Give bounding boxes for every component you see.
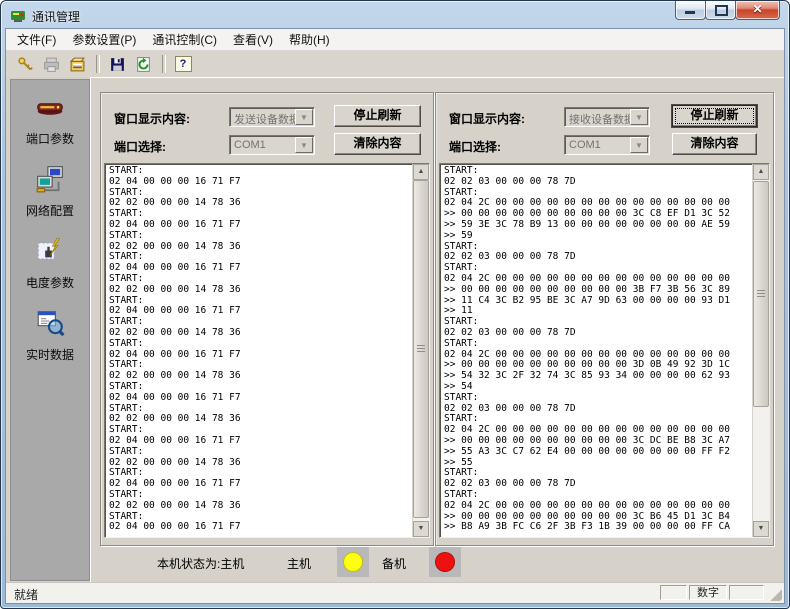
sidebar-item-label: 网络配置: [11, 202, 89, 219]
minimize-icon: [685, 11, 695, 14]
scroll-grip-icon: [757, 290, 765, 297]
help-glyph: ?: [180, 59, 187, 70]
send-panel: 窗口显示内容: 发送设备数据 停止刷新 端口选择: COM1 清: [100, 92, 434, 546]
port-device-icon: [35, 92, 65, 122]
recv-port-select[interactable]: COM1: [564, 135, 650, 155]
recv-display-content-value: 接收设备数据: [569, 111, 631, 127]
recv-stop-refresh-button[interactable]: 停止刷新: [672, 105, 757, 127]
backup-indicator: [429, 547, 461, 577]
help-icon[interactable]: ?: [171, 53, 195, 75]
maximize-button[interactable]: [705, 1, 736, 20]
machine-state-text: 本机状态为:主机: [157, 555, 244, 572]
send-display-content-value: 发送设备数据: [234, 111, 296, 127]
send-display-content-label: 窗口显示内容:: [114, 110, 190, 127]
toolbar: ?: [6, 51, 784, 78]
backup-label: 备机: [382, 555, 406, 572]
send-port-select[interactable]: COM1: [229, 135, 315, 155]
app-icon: [10, 7, 26, 23]
send-log-view[interactable]: START: 02 04 00 00 00 16 71 F7 START: 02…: [104, 163, 430, 538]
sidebar-item-label: 端口参数: [11, 130, 89, 147]
menu-file[interactable]: 文件(F): [9, 28, 64, 52]
content-area: 端口参数 网络配置 电度参数: [6, 77, 784, 583]
send-scroll-thumb[interactable]: [413, 180, 429, 518]
toolbar-separator: [96, 55, 100, 73]
menu-param-settings[interactable]: 参数设置(P): [64, 28, 144, 52]
send-log-scrollbar[interactable]: [412, 164, 429, 537]
recv-port-select-label: 端口选择:: [449, 138, 501, 155]
window-title: 通讯管理: [32, 8, 80, 25]
key-icon[interactable]: [13, 53, 37, 75]
recv-log-scrollbar[interactable]: [752, 164, 769, 537]
network-icon: [35, 164, 65, 194]
chevron-down-icon[interactable]: [630, 137, 648, 153]
menu-view[interactable]: 查看(V): [225, 28, 281, 52]
scroll-grip-icon: [417, 345, 425, 352]
sidebar-item-label: 电度参数: [11, 274, 89, 291]
realtime-data-icon: [35, 308, 65, 338]
sidebar-item-realtime-data[interactable]: 实时数据: [11, 308, 89, 363]
recv-port-value: COM1: [569, 139, 631, 151]
chevron-down-icon[interactable]: [295, 109, 313, 125]
send-log-text[interactable]: START: 02 04 00 00 00 16 71 F7 START: 02…: [109, 166, 410, 536]
status-num-indicator: 数字: [689, 585, 727, 600]
close-button[interactable]: [735, 1, 780, 20]
recv-clear-content-button[interactable]: 清除内容: [672, 133, 757, 155]
params-file-icon[interactable]: [65, 53, 89, 75]
send-stop-refresh-button[interactable]: 停止刷新: [334, 105, 421, 127]
scroll-up-icon[interactable]: [753, 164, 769, 180]
menu-bar: 文件(F) 参数设置(P) 通讯控制(C) 查看(V) 帮助(H): [6, 29, 784, 51]
status-cell-empty: [729, 585, 764, 600]
status-cell-empty: [660, 585, 687, 600]
sidebar: 端口参数 网络配置 电度参数: [10, 79, 90, 581]
client-area: 文件(F) 参数设置(P) 通讯控制(C) 查看(V) 帮助(H): [5, 28, 785, 604]
menu-comm-control[interactable]: 通讯控制(C): [144, 28, 225, 52]
scroll-down-icon[interactable]: [753, 521, 769, 537]
send-port-value: COM1: [234, 139, 296, 151]
minimize-button[interactable]: [675, 1, 706, 20]
send-port-select-label: 端口选择:: [114, 138, 166, 155]
send-clear-content-button[interactable]: 清除内容: [334, 133, 421, 155]
backup-lamp-icon: [435, 552, 455, 572]
send-display-content-select[interactable]: 发送设备数据: [229, 107, 315, 127]
title-bar[interactable]: 通讯管理: [1, 1, 789, 28]
status-bar: 就绪 数字: [6, 582, 784, 603]
master-indicator: [337, 547, 369, 577]
refresh-icon[interactable]: [131, 53, 155, 75]
app-window: 通讯管理 文件(F) 参数设置(P) 通讯控制(C) 查看(V) 帮助(H): [0, 0, 790, 609]
menu-help[interactable]: 帮助(H): [281, 28, 338, 52]
machine-state-strip: 本机状态为:主机 主机 备机: [91, 546, 784, 580]
sidebar-item-label: 实时数据: [11, 346, 89, 363]
chevron-down-icon[interactable]: [630, 109, 648, 125]
recv-scroll-thumb[interactable]: [753, 181, 769, 407]
master-lamp-icon: [343, 552, 363, 572]
status-ready-text: 就绪: [14, 586, 38, 603]
main-panel: 窗口显示内容: 发送设备数据 停止刷新 端口选择: COM1 清: [90, 77, 784, 583]
recv-display-content-label: 窗口显示内容:: [449, 110, 525, 127]
sidebar-item-network-config[interactable]: 网络配置: [11, 164, 89, 219]
sidebar-item-energy-params[interactable]: 电度参数: [11, 236, 89, 291]
maximize-icon: [715, 5, 728, 16]
recv-display-content-select[interactable]: 接收设备数据: [564, 107, 650, 127]
scroll-up-icon[interactable]: [413, 164, 429, 180]
recv-log-text[interactable]: START: 02 02 03 00 00 00 78 7D START: 02…: [444, 166, 750, 536]
sidebar-item-port-params[interactable]: 端口参数: [11, 92, 89, 147]
master-label: 主机: [287, 555, 311, 572]
save-icon[interactable]: [105, 53, 129, 75]
energy-params-icon: [35, 236, 65, 266]
scroll-down-icon[interactable]: [413, 521, 429, 537]
print-icon[interactable]: [39, 53, 63, 75]
resize-grip[interactable]: [769, 588, 782, 601]
receive-panel: 窗口显示内容: 接收设备数据 停止刷新 端口选择: COM1 清: [435, 92, 774, 546]
chevron-down-icon[interactable]: [295, 137, 313, 153]
toolbar-separator: [162, 55, 166, 73]
recv-log-view[interactable]: START: 02 02 03 00 00 00 78 7D START: 02…: [439, 163, 770, 538]
close-icon: [736, 1, 779, 19]
